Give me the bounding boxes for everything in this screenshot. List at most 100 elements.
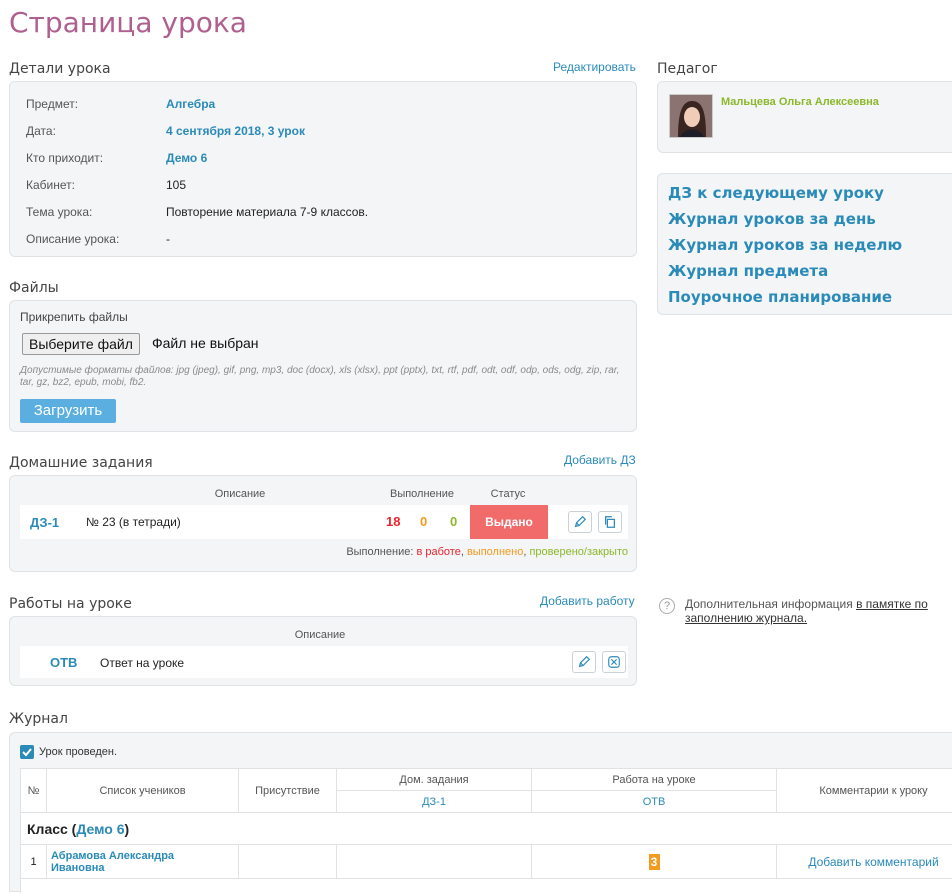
edit-homework-button[interactable]	[568, 511, 592, 533]
no-file-chosen-text: Файл не выбран	[152, 335, 259, 351]
legend-checked: проверено/закрыто	[529, 546, 628, 558]
homework-row: ДЗ-1 № 23 (в тетради) 18 0 0 Выдано	[20, 505, 628, 539]
homework-col-description: Описание	[214, 488, 266, 500]
subject-journal-link[interactable]: Журнал предмета	[668, 258, 902, 284]
teacher-photo	[670, 95, 712, 137]
help-text: Дополнительная информация в памятке по з…	[685, 597, 952, 625]
student-number: 1	[21, 845, 47, 879]
homework-checked-count: 0	[450, 514, 458, 529]
subject-value-link[interactable]: Алгебра	[166, 97, 215, 111]
teacher-name-link[interactable]: Мальцева Ольга Алексеевна	[721, 96, 879, 108]
checkmark-icon	[22, 748, 32, 757]
homework-done-count: 0	[420, 514, 428, 529]
description-value: -	[166, 232, 170, 246]
room-label: Кабинет:	[26, 178, 75, 192]
student-grade-badge[interactable]: 3	[648, 853, 660, 870]
add-homework-link[interactable]: Добавить ДЗ	[564, 453, 636, 467]
pencil-icon	[578, 655, 591, 668]
journal-col-homework: Дом. задания	[337, 769, 532, 791]
journal-box: Урок проведен. № Список учеников Присутс…	[9, 732, 952, 893]
journal-col-comments: Комментарии к уроку	[777, 769, 952, 813]
attendees-value-link[interactable]: Демо 6	[166, 151, 207, 165]
student-homework-cell[interactable]	[337, 845, 532, 879]
lesson-held-label: Урок проведен.	[39, 746, 118, 758]
student-attendance-cell[interactable]	[239, 845, 337, 879]
teacher-box: Мальцева Ольга Алексеевна	[657, 81, 952, 153]
add-classwork-link[interactable]: Добавить работу	[540, 594, 635, 608]
weekly-journal-link[interactable]: Журнал уроков за неделю	[668, 232, 902, 258]
student-name-line2: Ивановна	[51, 861, 105, 874]
journal-col-students: Список учеников	[47, 769, 239, 813]
classwork-title: Работы на уроке	[9, 596, 132, 612]
teacher-avatar[interactable]	[669, 94, 713, 138]
pencil-icon	[574, 515, 587, 528]
help-icon: ?	[659, 598, 675, 614]
student-classwork-cell[interactable]: 3	[532, 845, 777, 879]
classwork-col-description: Описание	[294, 629, 346, 641]
edit-classwork-button[interactable]	[572, 651, 596, 673]
class-name-link[interactable]: Демо 6	[76, 821, 124, 837]
completion-legend: Выполнение: в работе, выполнено, провере…	[346, 546, 628, 558]
upload-button[interactable]: Загрузить	[20, 399, 116, 423]
help-memo-link-part2[interactable]: заполнению журнала.	[685, 611, 807, 625]
journal-col-homework-sub-link[interactable]: ДЗ-1	[337, 791, 532, 813]
room-value: 105	[166, 178, 187, 192]
date-value-link[interactable]: 4 сентября 2018, 3 урок	[166, 124, 305, 138]
journal-title: Журнал	[9, 711, 68, 727]
help-text-prefix: Дополнительная информация	[685, 597, 857, 611]
allowed-formats-text: Допустимые форматы файлов: jpg (jpeg), g…	[20, 365, 620, 388]
date-label: Дата:	[26, 124, 56, 138]
student-comment-cell: Добавить комментарий	[777, 845, 952, 879]
classwork-row: ОТВ Ответ на уроке	[20, 646, 628, 678]
add-comment-link[interactable]: Добавить комментарий	[808, 855, 938, 869]
attach-files-label: Прикрепить файлы	[20, 310, 128, 324]
class-suffix: )	[124, 820, 130, 837]
homework-description: № 23 (в тетради)	[86, 515, 181, 529]
help-memo-link-part1[interactable]: в памятке по	[856, 597, 928, 611]
classwork-code-link[interactable]: ОТВ	[50, 655, 77, 670]
legend-prefix: Выполнение:	[346, 546, 414, 558]
choose-file-button[interactable]: Выберите файл	[22, 333, 140, 355]
description-label: Описание урока:	[26, 232, 120, 246]
homework-box: Описание Выполнение Статус ДЗ-1 № 23 (в …	[9, 475, 637, 572]
topic-label: Тема урока:	[26, 205, 93, 219]
journal-table: № Список учеников Присутствие Дом. задан…	[20, 768, 952, 893]
homework-title: Домашние задания	[9, 455, 153, 471]
quick-links-box: ДЗ к следующему уроку Журнал уроков за д…	[657, 173, 952, 315]
student-name-link[interactable]: Абрамова Александра Ивановна	[47, 845, 239, 879]
daily-journal-link[interactable]: Журнал уроков за день	[668, 206, 902, 232]
student-name-line1: Абрамова Александра	[51, 849, 175, 862]
subject-label: Предмет:	[26, 97, 79, 111]
files-title: Файлы	[9, 280, 59, 296]
homework-status-badge: Выдано	[470, 505, 548, 539]
files-box: Прикрепить файлы Выберите файл Файл не в…	[9, 300, 637, 432]
homework-col-completion: Выполнение	[389, 488, 455, 500]
edit-lesson-link[interactable]: Редактировать	[553, 60, 636, 74]
journal-col-number: №	[21, 769, 47, 813]
journal-col-classwork: Работа на уроке	[532, 769, 777, 791]
lesson-details-box: Предмет: Алгебра Дата: 4 сентября 2018, …	[9, 81, 637, 257]
copy-icon	[605, 516, 615, 528]
journal-col-attendance: Присутствие	[239, 769, 337, 813]
attendees-label: Кто приходит:	[26, 151, 104, 165]
homework-col-status: Статус	[490, 488, 526, 500]
journal-col-classwork-sub-link[interactable]: ОТВ	[532, 791, 777, 813]
classwork-description: Ответ на уроке	[100, 656, 185, 670]
teacher-title: Педагог	[657, 61, 718, 77]
delete-icon	[608, 656, 620, 668]
delete-classwork-button[interactable]	[602, 651, 626, 673]
classwork-box: Описание ОТВ Ответ на уроке	[9, 616, 637, 686]
class-prefix: Класс (	[27, 820, 77, 837]
class-group-row: Класс (Демо 6)	[21, 813, 952, 845]
legend-done: выполнено	[466, 546, 524, 558]
copy-homework-button[interactable]	[598, 511, 622, 533]
legend-in-progress: в работе	[416, 546, 461, 558]
next-lesson-homework-link[interactable]: ДЗ к следующему уроку	[668, 180, 902, 206]
homework-in-progress-count: 18	[386, 514, 401, 529]
lesson-held-checkbox[interactable]	[20, 745, 34, 759]
topic-value: Повторение материала 7-9 классов.	[166, 205, 369, 219]
page-title: Страница урока	[9, 6, 247, 39]
homework-code-link[interactable]: ДЗ-1	[30, 515, 59, 530]
lesson-planning-link[interactable]: Поурочное планирование	[668, 284, 902, 310]
lesson-details-title: Детали урока	[9, 61, 111, 77]
